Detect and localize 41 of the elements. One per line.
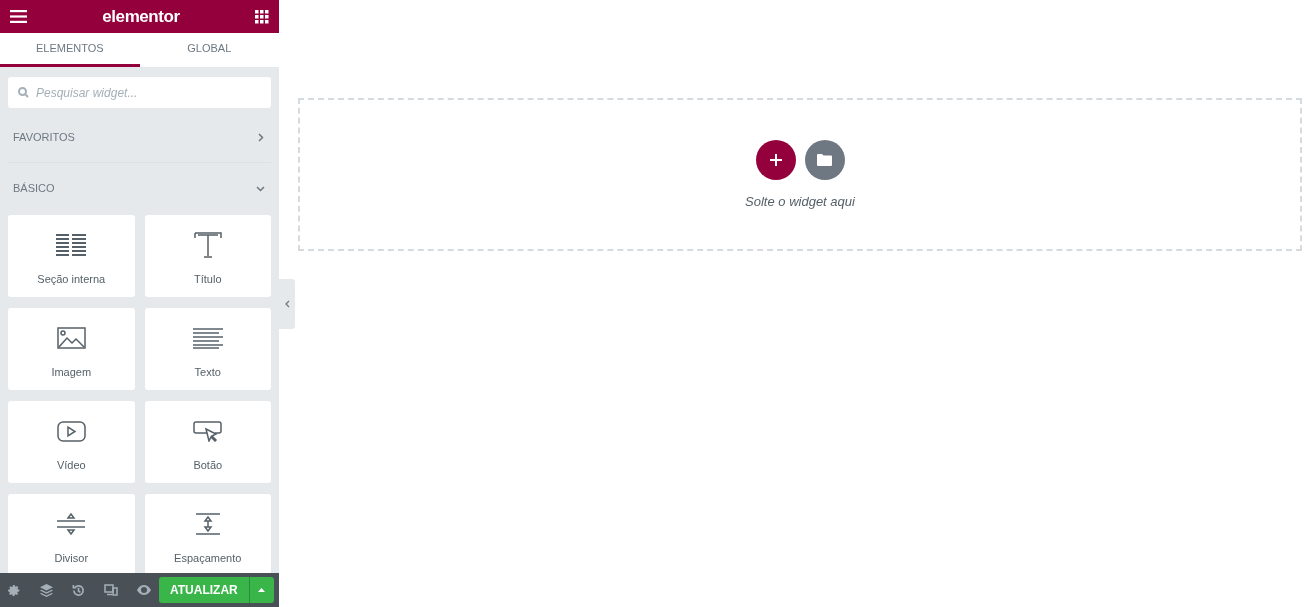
chevron-down-icon	[256, 184, 265, 193]
collapse-handle[interactable]	[279, 278, 295, 329]
columns-icon	[56, 234, 87, 256]
caret-up-icon	[258, 588, 266, 592]
drop-hint: Solte o widget aqui	[745, 193, 855, 211]
widget-card[interactable]: Título	[144, 215, 271, 297]
menu-icon[interactable]	[10, 10, 27, 23]
chevron-left-icon	[284, 299, 290, 308]
search-field[interactable]: Pesquisar widget...	[8, 77, 271, 108]
widget-card[interactable]: Botão	[144, 401, 271, 483]
settings-icon[interactable]	[8, 583, 21, 597]
folder-icon	[817, 154, 832, 166]
responsive-icon[interactable]	[104, 584, 118, 596]
template-library-button[interactable]	[804, 140, 845, 180]
widget-card[interactable]: Vídeo	[8, 401, 135, 483]
widget-card[interactable]: Divisor	[8, 494, 135, 573]
chevron-right-icon	[256, 132, 265, 142]
grid-icon[interactable]	[255, 9, 269, 24]
category-header[interactable]: FAVORITOS	[8, 112, 271, 163]
layers-icon[interactable]	[40, 583, 53, 597]
widget-card[interactable]: Texto	[144, 308, 271, 390]
image-icon	[56, 327, 86, 349]
options-button[interactable]	[248, 577, 274, 603]
plus-icon	[769, 154, 782, 166]
widget-card[interactable]: Imagem	[8, 308, 135, 390]
category-header[interactable]: BÁSICO	[8, 163, 271, 214]
logo: elementor	[102, 5, 180, 28]
play-icon	[56, 420, 86, 442]
letter-t-icon	[193, 232, 222, 258]
widget-card[interactable]: Seção interna	[8, 215, 135, 297]
eye-icon[interactable]	[137, 585, 151, 595]
divider-icon	[57, 512, 86, 536]
text-lines-icon	[192, 327, 223, 349]
add-section-button[interactable]	[755, 140, 796, 180]
history-icon[interactable]	[72, 583, 85, 597]
panel-tab[interactable]: GLOBAL	[139, 33, 279, 67]
cursor-button-icon	[193, 420, 223, 442]
search-icon	[18, 87, 29, 98]
panel-tab[interactable]: ELEMENTOS	[0, 33, 140, 67]
spacer-icon	[193, 513, 222, 535]
widget-card[interactable]: Espaçamento	[144, 494, 271, 573]
